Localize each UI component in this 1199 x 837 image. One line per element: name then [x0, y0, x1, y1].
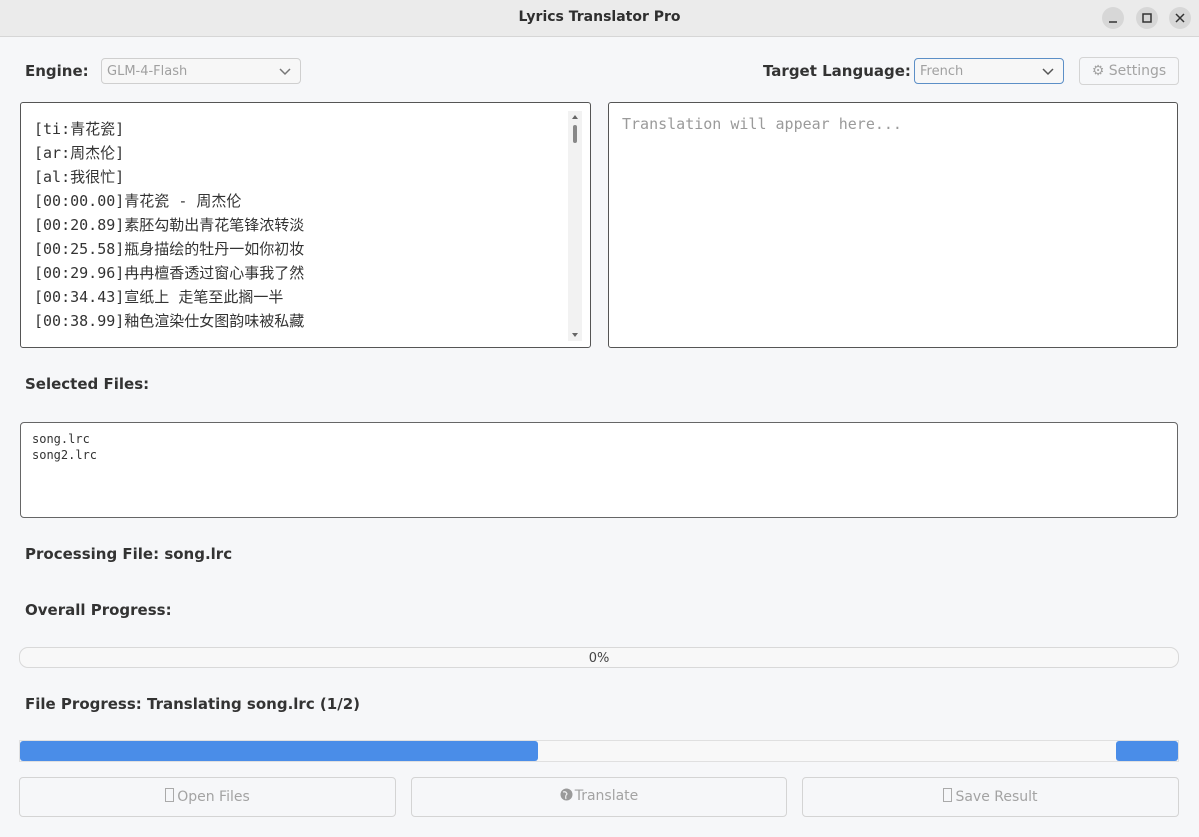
selected-files-list[interactable]: song.lrc song2.lrc: [20, 422, 1178, 518]
scroll-thumb: [573, 125, 577, 143]
settings-button[interactable]: ⚙ Settings: [1079, 57, 1179, 85]
globe-icon: [560, 788, 573, 801]
lyrics-line: [00:20.89]素胚勾勒出青花笔锋浓转淡: [34, 216, 305, 234]
close-icon: [1175, 13, 1185, 23]
engine-select[interactable]: GLM-4-Flash: [101, 58, 301, 84]
selected-files-label: Selected Files:: [25, 375, 150, 393]
file-progress-label: File Progress: Translating song.lrc (1/2…: [25, 695, 360, 713]
save-icon: [943, 788, 953, 802]
scrollbar-graphic: [568, 111, 582, 341]
overall-progress-label: Overall Progress:: [25, 601, 172, 619]
lyrics-line: [00:00.00]青花瓷 - 周杰伦: [34, 192, 242, 210]
overall-progress-text: 0%: [588, 651, 610, 666]
processing-file-label: Processing File: song.lrc: [25, 545, 233, 563]
target-language-value: French: [920, 64, 964, 79]
open-files-label: Open Files: [177, 789, 250, 805]
maximize-button[interactable]: [1136, 7, 1158, 29]
source-lyrics-text[interactable]: [ti:青花瓷] [ar:周杰伦] [al:我很忙] [00:00.00]青花瓷…: [34, 117, 564, 343]
file-progress-chunk: [1116, 741, 1178, 761]
translation-panel[interactable]: Translation will appear here...: [608, 102, 1178, 348]
open-files-icon: [165, 788, 175, 802]
save-result-label: Save Result: [955, 789, 1038, 805]
lyrics-line: [00:34.43]宣纸上 走笔至此搁一半: [34, 288, 284, 306]
title-bar: Lyrics Translator Pro: [0, 0, 1199, 37]
window-title: Lyrics Translator Pro: [518, 9, 681, 25]
target-language-label: Target Language:: [763, 62, 911, 80]
lyrics-line: [ar:周杰伦]: [34, 144, 125, 162]
save-result-button[interactable]: Save Result: [802, 777, 1179, 817]
file-progress-chunk: [20, 741, 538, 761]
lyrics-line: [00:25.58]瓶身描绘的牡丹一如你初妆: [34, 240, 305, 258]
file-progress-bar: [19, 740, 1179, 762]
lyrics-line: [00:38.99]釉色渲染仕女图韵味被私藏: [34, 312, 305, 330]
translate-label: Translate: [574, 788, 639, 804]
chevron-down-icon: [1042, 68, 1054, 76]
chevron-down-icon: [279, 68, 291, 76]
lyrics-line: [ti:青花瓷]: [34, 120, 125, 138]
minimize-icon: [1109, 21, 1117, 23]
close-button[interactable]: [1169, 7, 1191, 29]
open-files-button[interactable]: Open Files: [19, 777, 396, 817]
file-item[interactable]: song.lrc: [32, 431, 97, 447]
minimize-button[interactable]: [1102, 7, 1124, 29]
vertical-scrollbar[interactable]: [568, 111, 582, 341]
engine-label: Engine:: [25, 62, 89, 80]
translation-placeholder: Translation will appear here...: [622, 115, 902, 133]
file-item[interactable]: song2.lrc: [32, 447, 97, 463]
maximize-icon: [1142, 13, 1152, 23]
target-language-select[interactable]: French: [914, 58, 1064, 84]
source-lyrics-panel[interactable]: [ti:青花瓷] [ar:周杰伦] [al:我很忙] [00:00.00]青花瓷…: [20, 102, 591, 348]
overall-progress-bar: 0%: [19, 647, 1179, 668]
lyrics-line: [al:我很忙]: [34, 168, 125, 186]
engine-value: GLM-4-Flash: [107, 64, 188, 79]
translate-button[interactable]: Translate: [411, 777, 787, 817]
settings-label: ⚙ Settings: [1091, 63, 1167, 79]
lyrics-line: [00:29.96]冉冉檀香透过窗心事我了然: [34, 264, 305, 282]
